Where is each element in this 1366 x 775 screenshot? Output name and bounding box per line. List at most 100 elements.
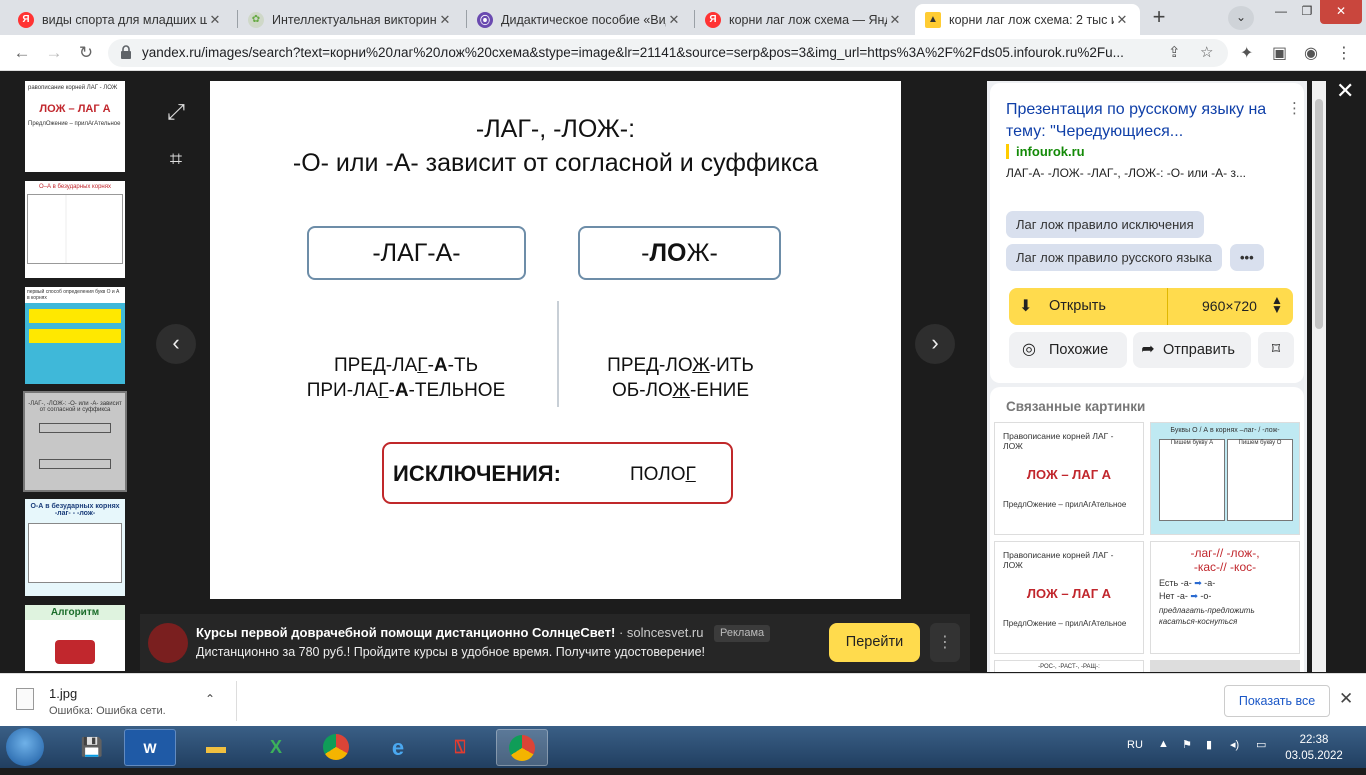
source-domain-link[interactable]: infourok.ru xyxy=(1016,144,1085,159)
tab-title: Интеллектуальная викторина xyxy=(272,12,437,27)
example-text: -ТЬ xyxy=(447,355,479,376)
close-icon[interactable]: ✕ xyxy=(887,12,903,28)
close-download-bar-icon[interactable]: ✕ xyxy=(1339,689,1353,709)
close-icon[interactable]: ✕ xyxy=(666,12,682,28)
crop-icon[interactable]: ⌗ xyxy=(160,143,192,175)
related-images-title: Связанные картинки xyxy=(1006,399,1146,414)
profile-icon[interactable]: ◉ xyxy=(1304,43,1318,63)
thumbnail-1[interactable]: равописание корней ЛАГ - ЛОЖ ЛОЖ – ЛАГ А… xyxy=(25,81,125,172)
related-image-2[interactable]: Буквы О / А в корнях –лаг- / -лож- Пишем… xyxy=(1150,422,1300,535)
example-text: ПРИ-ЛА xyxy=(306,380,379,401)
pdf-app-icon[interactable]: ⍂ xyxy=(434,729,486,766)
download-filename[interactable]: 1.jpg xyxy=(49,686,77,701)
maximize-button[interactable]: ❐ xyxy=(1294,0,1320,24)
chrome-app-icon[interactable] xyxy=(310,729,362,766)
source-card: Презентация по русскому языку на тему: "… xyxy=(990,83,1304,383)
close-icon[interactable]: ✕ xyxy=(207,12,223,28)
ie-app-icon[interactable]: e xyxy=(372,729,424,766)
tab-search-icon[interactable]: ⌄ xyxy=(1228,6,1254,30)
related-image-text: Есть -а- xyxy=(1159,578,1192,588)
tab-4[interactable]: Я корни лаг лож схема — Яндек ✕ xyxy=(695,4,913,35)
bookmark-icon[interactable]: ⌑ xyxy=(1258,332,1294,368)
related-image-5[interactable]: -РОС-, -РАСТ-, -РАЩ-: xyxy=(994,660,1144,672)
open-image-button[interactable]: ⬇ Открыть 960×720 ▲ ▼ xyxy=(1009,288,1293,325)
reload-button[interactable]: ↻ xyxy=(74,41,98,65)
browser-toolbar: ← → ↻ yandex.ru/images/search?text=корни… xyxy=(0,35,1366,71)
tray-up-icon[interactable]: ▲ xyxy=(1158,738,1169,750)
chrome-active-app-icon[interactable] xyxy=(496,729,548,766)
excel-app-icon[interactable]: X xyxy=(250,729,302,766)
window-close-button[interactable]: ✕ xyxy=(1320,0,1362,24)
next-image-button[interactable]: › xyxy=(915,324,955,364)
tab-2[interactable]: ✿ Интеллектуальная викторина ✕ xyxy=(238,4,463,35)
sidebar-icon[interactable]: ▣ xyxy=(1272,43,1287,63)
close-icon[interactable]: ✕ xyxy=(1114,12,1130,28)
ad-title-text: Курсы первой доврачебной помощи дистанци… xyxy=(196,625,616,640)
share-button[interactable]: ➦ Отправить xyxy=(1133,332,1251,368)
power-icon[interactable]: ▭ xyxy=(1256,738,1266,751)
similar-button[interactable]: ◎ Похожие xyxy=(1009,332,1127,368)
close-viewer-icon[interactable]: ✕ xyxy=(1336,78,1354,104)
download-icon: ⬇ xyxy=(1019,298,1033,315)
ad-go-button[interactable]: Перейти xyxy=(829,623,920,662)
yandex-icon: Я xyxy=(18,11,34,28)
menu-icon[interactable]: ⋮ xyxy=(1336,43,1352,63)
start-button[interactable] xyxy=(6,728,44,766)
related-image-text: -кас-// -кос- xyxy=(1193,560,1257,574)
related-image-text: Нет -а- xyxy=(1159,591,1188,601)
size-select[interactable]: 960×720 xyxy=(1202,298,1257,314)
back-button[interactable]: ← xyxy=(10,41,34,65)
ad-more-icon[interactable]: ⋮ xyxy=(930,623,960,662)
extensions-icon[interactable]: ✦ xyxy=(1240,43,1253,63)
flag-icon[interactable]: ⚑ xyxy=(1182,738,1192,751)
thumbnail-text: Алгоритм xyxy=(25,605,125,620)
show-all-button[interactable]: Показать все xyxy=(1224,685,1330,717)
related-image-text: ЛОЖ – ЛАГ А xyxy=(1026,586,1112,601)
lozh-box: -ЛОЖ- xyxy=(578,226,781,280)
thumbnail-2[interactable]: О–А в безударных корнях xyxy=(25,181,125,278)
tab-title: корни лаг лож схема: 2 тыс и xyxy=(949,12,1114,27)
related-query-chip[interactable]: Лаг лож правило исключения xyxy=(1006,211,1204,238)
prev-image-button[interactable]: ‹ xyxy=(156,324,196,364)
fullscreen-icon[interactable]: ⤢ xyxy=(160,96,192,128)
tab-3[interactable]: ⦿ Дидактическое пособие «Вид ✕ xyxy=(467,4,692,35)
related-image-text: -о- xyxy=(1200,591,1212,601)
chevron-up-icon[interactable]: ⌃ xyxy=(205,692,215,706)
example-text: А xyxy=(433,355,448,376)
bookmark-star-icon[interactable]: ☆ xyxy=(1200,43,1213,61)
more-options-icon[interactable]: ⋮ xyxy=(1287,99,1302,117)
source-title-link[interactable]: Презентация по русскому языку на тему: "… xyxy=(1006,99,1282,143)
related-image-4[interactable]: -лаг-// -лож-, -кас-// -кос- Есть -а- ➡ … xyxy=(1150,541,1300,654)
volume-icon[interactable]: ◂) xyxy=(1230,738,1239,751)
language-indicator[interactable]: RU xyxy=(1127,739,1143,751)
panel-scrollbar[interactable] xyxy=(1312,81,1326,672)
floppy-app-icon[interactable]: 💾 xyxy=(66,729,118,766)
tab-5-active[interactable]: ▲ корни лаг лож схема: 2 тыс и ✕ xyxy=(915,4,1140,35)
related-image-text: Пишем букву О xyxy=(1227,439,1293,521)
address-bar[interactable]: yandex.ru/images/search?text=корни%20лаг… xyxy=(108,39,1228,67)
yandex-icon: Я xyxy=(705,11,721,28)
forward-button[interactable]: → xyxy=(42,41,66,65)
related-image-3[interactable]: Правописание корней ЛАГ - ЛОЖ ЛОЖ – ЛАГ … xyxy=(994,541,1144,654)
minimize-button[interactable]: — xyxy=(1268,0,1294,24)
related-query-chip[interactable]: Лаг лож правило русского языка xyxy=(1006,244,1222,271)
network-icon[interactable]: ▮ xyxy=(1206,738,1212,751)
ad-title[interactable]: Курсы первой доврачебной помощи дистанци… xyxy=(196,625,704,640)
explorer-app-icon[interactable]: ▬ xyxy=(190,729,242,766)
ad-banner[interactable]: Курсы первой доврачебной помощи дистанци… xyxy=(140,614,970,671)
thumbnail-6[interactable]: Алгоритм xyxy=(25,605,125,671)
related-image-6[interactable] xyxy=(1150,660,1300,672)
thumbnail-3[interactable]: первый способ определения букв О и А в к… xyxy=(25,287,125,384)
share-icon[interactable]: ⇪ xyxy=(1168,43,1181,61)
related-image-1[interactable]: Правописание корней ЛАГ - ЛОЖ ЛОЖ – ЛАГ … xyxy=(994,422,1144,535)
new-tab-button[interactable]: + xyxy=(1146,6,1172,30)
more-chips-button[interactable]: ••• xyxy=(1230,244,1264,271)
thumbnail-4-selected[interactable]: -ЛАГ-, -ЛОЖ-: -О- или -А- зависит от сог… xyxy=(23,391,127,492)
word-app-icon[interactable]: W xyxy=(124,729,176,766)
lag-box: -ЛАГ-А- xyxy=(307,226,526,280)
tab-1[interactable]: Я виды спорта для младших шк ✕ xyxy=(8,4,233,35)
clock[interactable]: 22:38 03.05.2022 xyxy=(1284,732,1344,764)
scrollbar-thumb[interactable] xyxy=(1315,99,1323,329)
thumbnail-5[interactable]: О-А в безударных корнях -лаг- - -лож- xyxy=(25,499,125,596)
close-icon[interactable]: ✕ xyxy=(437,12,453,28)
